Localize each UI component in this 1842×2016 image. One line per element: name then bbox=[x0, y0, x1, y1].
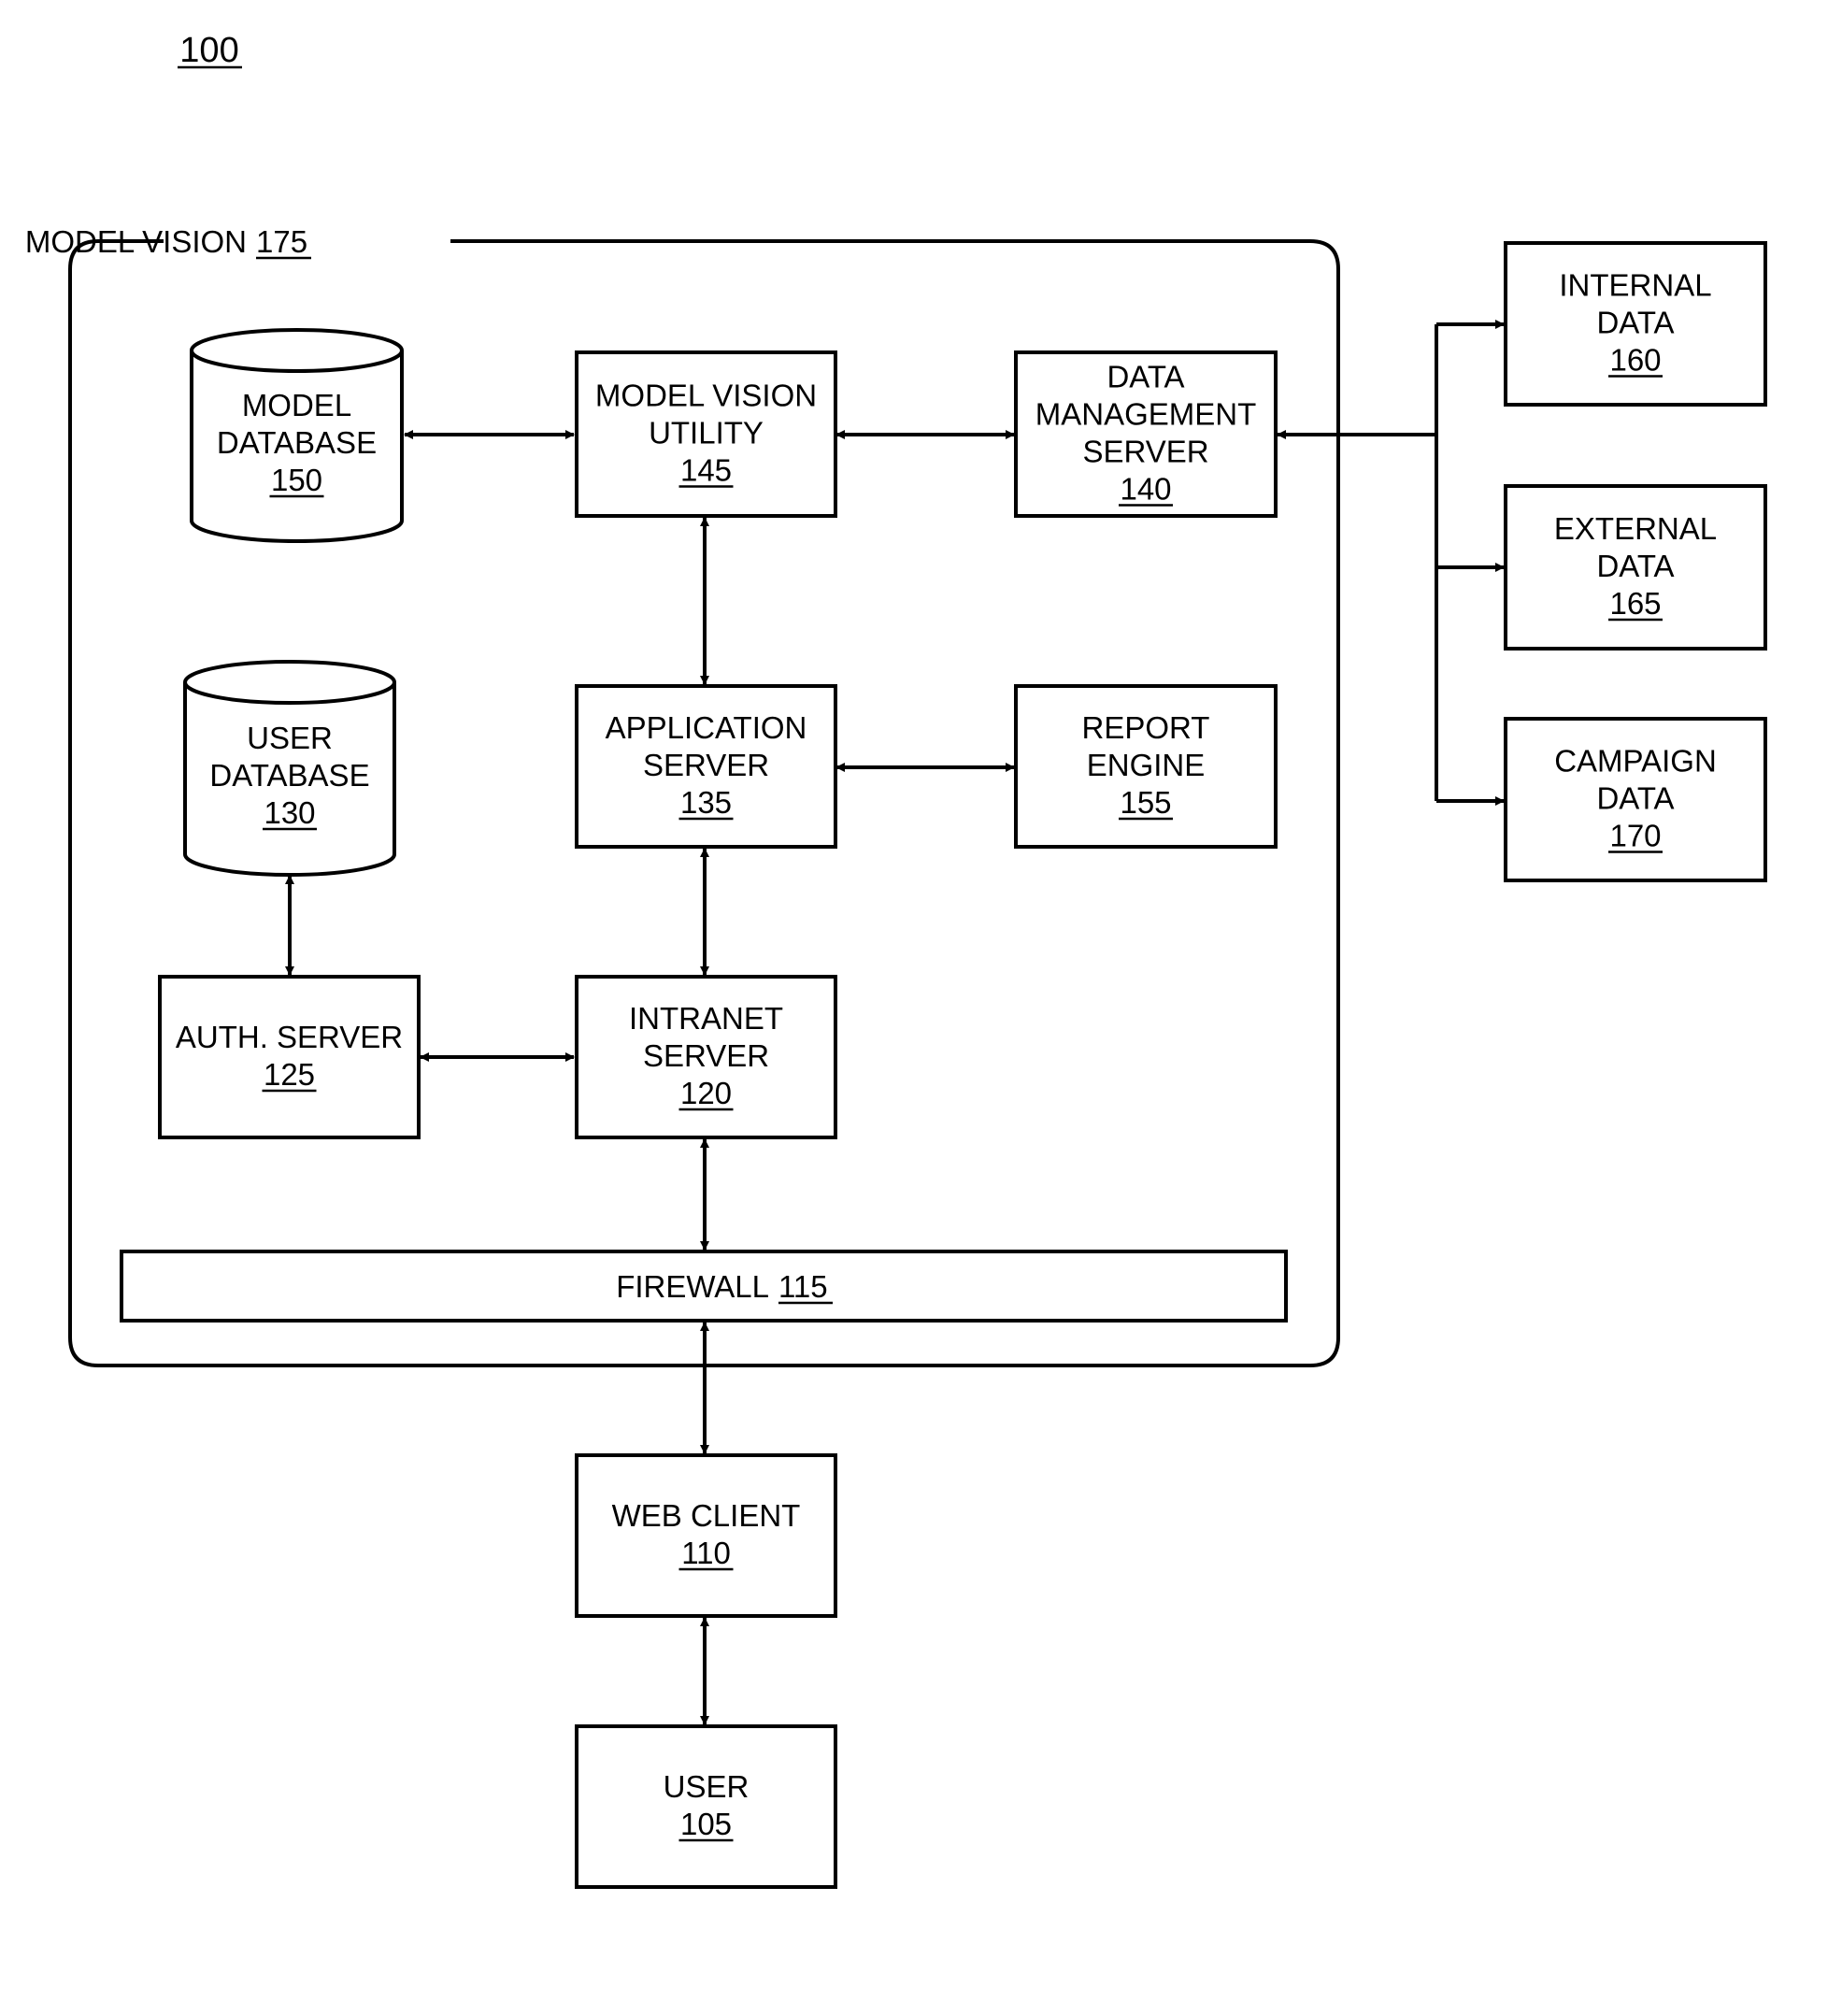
node-label: DATABASE bbox=[217, 425, 377, 460]
node-ref: 170 bbox=[1609, 819, 1661, 853]
node-campaign-data: CAMPAIGNDATA170 bbox=[1504, 717, 1767, 882]
node-label: DATA bbox=[1107, 360, 1184, 394]
node-label: INTERNAL bbox=[1559, 268, 1711, 303]
node-user: USER105 bbox=[575, 1724, 837, 1889]
node-model-vision-utility: MODEL VISIONUTILITY145 bbox=[575, 350, 837, 518]
node-label: UTILITY bbox=[649, 416, 764, 450]
node-label: SERVER bbox=[643, 748, 769, 782]
node-ref: 145 bbox=[680, 453, 732, 488]
node-model-database: MODELDATABASE150 bbox=[189, 328, 404, 543]
node-ref: 140 bbox=[1120, 472, 1171, 507]
node-firewall: FIREWALL 115 bbox=[120, 1250, 1288, 1323]
node-web-client: WEB CLIENT110 bbox=[575, 1453, 837, 1618]
node-label: DATABASE bbox=[209, 758, 369, 793]
figure-label: 100 bbox=[178, 31, 242, 70]
node-label: AUTH. SERVER bbox=[176, 1020, 403, 1054]
container-title: MODEL VISION bbox=[25, 224, 247, 259]
node-report-engine: REPORTENGINE155 bbox=[1014, 684, 1278, 849]
node-label: CAMPAIGN bbox=[1554, 744, 1717, 779]
node-ref: 105 bbox=[680, 1807, 732, 1841]
node-label: ENGINE bbox=[1087, 748, 1206, 782]
node-ref: 135 bbox=[680, 785, 732, 820]
node-label: MANAGEMENT bbox=[1035, 397, 1257, 432]
node-label: REPORT bbox=[1082, 710, 1210, 745]
node-label: SERVER bbox=[1082, 435, 1208, 469]
system-architecture-diagram: 100 MODEL VISION 175 MODELDATABASE150MOD… bbox=[25, 31, 1767, 1889]
node-ref: 160 bbox=[1609, 343, 1661, 378]
node-ref: 155 bbox=[1120, 785, 1171, 820]
figure-number: 100 bbox=[179, 31, 238, 70]
node-ref: 150 bbox=[271, 463, 322, 497]
node-ref: 130 bbox=[264, 795, 315, 830]
container-ref: 175 bbox=[256, 224, 307, 259]
node-application-server: APPLICATIONSERVER135 bbox=[575, 684, 837, 849]
node-internal-data: INTERNALDATA160 bbox=[1504, 241, 1767, 407]
node-label: DATA bbox=[1596, 549, 1674, 583]
node-label: APPLICATION bbox=[606, 710, 807, 745]
node-label: MODEL bbox=[242, 388, 351, 422]
node-label: USER bbox=[664, 1769, 750, 1804]
node-auth-server: AUTH. SERVER125 bbox=[158, 975, 421, 1139]
node-label: MODEL VISION bbox=[595, 379, 817, 413]
node-label: DATA bbox=[1596, 306, 1674, 340]
nodes: MODELDATABASE150MODEL VISIONUTILITY145DA… bbox=[120, 241, 1767, 1889]
node-ref: 115 bbox=[778, 1269, 828, 1304]
node-label: SERVER bbox=[643, 1038, 769, 1073]
node-ref: 125 bbox=[264, 1057, 315, 1092]
node-label: FIREWALL bbox=[616, 1269, 769, 1304]
connectors bbox=[285, 320, 1505, 1725]
node-user-database: USERDATABASE130 bbox=[182, 660, 396, 877]
node-label: WEB CLIENT bbox=[612, 1498, 801, 1533]
node-data-management-server: DATAMANAGEMENTSERVER140 bbox=[1014, 350, 1278, 518]
node-label: INTRANET bbox=[629, 1001, 783, 1036]
node-label: EXTERNAL bbox=[1554, 511, 1717, 546]
node-intranet-server: INTRANETSERVER120 bbox=[575, 975, 837, 1139]
node-ref: 165 bbox=[1609, 586, 1661, 621]
node-label: DATA bbox=[1596, 781, 1674, 816]
node-ref: 120 bbox=[680, 1076, 732, 1110]
node-external-data: EXTERNALDATA165 bbox=[1504, 484, 1767, 651]
node-ref: 110 bbox=[681, 1536, 731, 1570]
node-label: USER bbox=[247, 721, 333, 755]
